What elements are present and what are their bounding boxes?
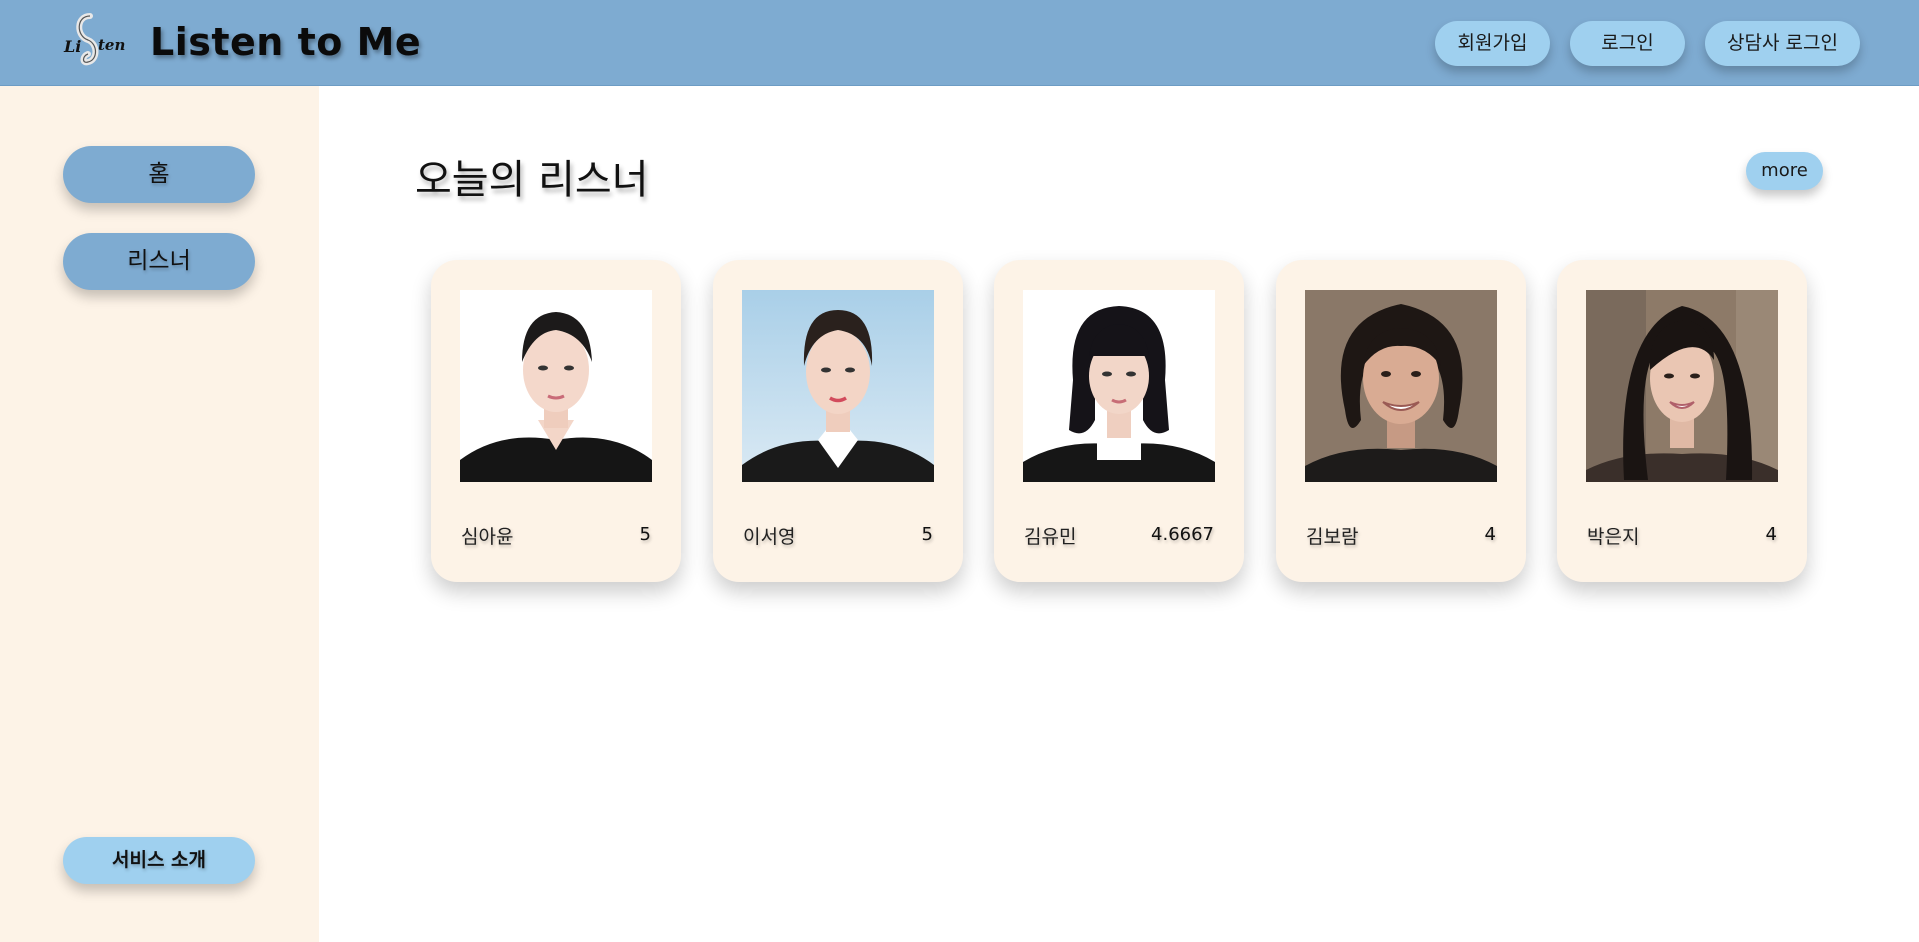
avatar[interactable] — [1586, 290, 1778, 482]
listener-rating: 4 — [1484, 524, 1496, 545]
sidebar-item-about[interactable]: 서비스 소개 — [63, 837, 255, 884]
avatar[interactable] — [460, 290, 652, 482]
avatar[interactable] — [1023, 290, 1215, 482]
sidebar-item-home[interactable]: 홈 — [63, 146, 255, 203]
logo-icon[interactable]: Li ten — [62, 10, 128, 76]
sidebar-item-listeners[interactable]: 리스너 — [63, 233, 255, 290]
svg-text:Li: Li — [63, 37, 81, 56]
sidebar: 홈 리스너 서비스 소개 — [0, 86, 319, 942]
listener-card[interactable]: 김유민 4.6667 — [994, 260, 1244, 582]
top-header: Li ten Listen to Me 회원가입 로그인 상담사 로그인 — [0, 0, 1919, 86]
login-button[interactable]: 로그인 — [1570, 21, 1685, 66]
listener-card[interactable]: 김보람 4 — [1276, 260, 1526, 582]
listener-rating: 4.6667 — [1151, 524, 1214, 545]
listener-rating: 4 — [1765, 524, 1777, 545]
counselor-login-button[interactable]: 상담사 로그인 — [1705, 21, 1860, 66]
avatar[interactable] — [1305, 290, 1497, 482]
listener-card[interactable]: 박은지 4 — [1557, 260, 1807, 582]
avatar[interactable] — [742, 290, 934, 482]
listener-name: 김유민 — [1024, 526, 1077, 548]
listener-rating: 5 — [639, 524, 651, 545]
listener-rating: 5 — [921, 524, 933, 545]
listener-name: 김보람 — [1306, 526, 1359, 548]
listener-name: 심아윤 — [461, 526, 514, 548]
brand-title[interactable]: Listen to Me — [150, 20, 421, 64]
listener-card[interactable]: 이서영 5 — [713, 260, 963, 582]
more-button[interactable]: more — [1746, 152, 1823, 190]
listener-card[interactable]: 심아윤 5 — [431, 260, 681, 582]
page-title: 오늘의 리스너 — [415, 157, 649, 203]
svg-text:ten: ten — [98, 36, 125, 54]
signup-button[interactable]: 회원가입 — [1435, 21, 1550, 66]
listener-name: 박은지 — [1587, 526, 1640, 548]
listener-name: 이서영 — [743, 526, 796, 548]
